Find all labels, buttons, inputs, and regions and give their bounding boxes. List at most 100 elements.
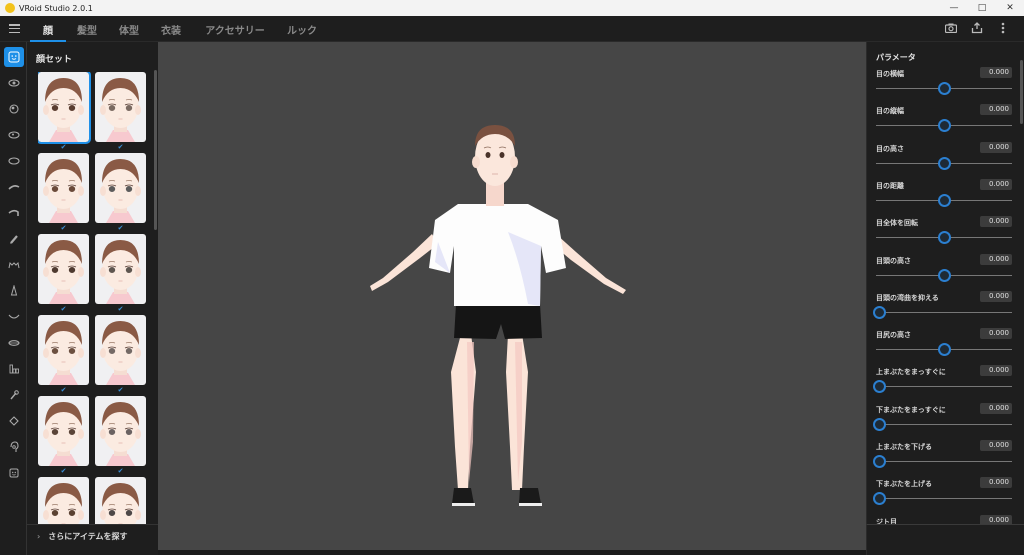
panel-scrollbar[interactable] (154, 70, 157, 230)
tab-label: アクセサリー (205, 25, 265, 37)
parameter-value-input[interactable]: 0.000 (980, 402, 1012, 414)
parameter-label: 上まぶたをまっすぐに (876, 368, 946, 377)
lips-icon[interactable] (4, 333, 24, 353)
eyeliner-icon[interactable] (4, 229, 24, 249)
face-thumbnail[interactable] (95, 396, 146, 466)
slider-knob[interactable] (938, 231, 951, 245)
parameter-value-input[interactable]: 0.000 (980, 514, 1012, 524)
parameter-value-input[interactable]: 0.000 (980, 67, 1012, 78)
app-logo-icon (5, 3, 15, 13)
parameter-value-input[interactable]: 0.000 (980, 141, 1012, 153)
slider-knob[interactable] (938, 268, 951, 282)
main-menubar: 顔 髪型 体型 衣装 アクセサリー ルック (0, 16, 1024, 42)
face-thumbnail[interactable] (95, 315, 146, 385)
3d-viewport[interactable] (158, 42, 866, 550)
face-thumbnail[interactable] (95, 477, 146, 524)
face-thumbnail[interactable] (95, 72, 146, 142)
face-thumbnail[interactable] (38, 396, 89, 466)
slider-knob[interactable] (873, 455, 886, 468)
face-thumbnail[interactable] (38, 315, 89, 385)
export-icon[interactable] (970, 21, 984, 35)
parameter-value-input[interactable]: 0.000 (980, 477, 1012, 489)
face-shape-icon[interactable] (4, 411, 24, 431)
check-icon: ✔ (117, 467, 124, 475)
tab-label: 体型 (119, 25, 139, 37)
check-icon: ✔ (117, 305, 124, 313)
check-icon: ✔ (117, 224, 124, 232)
slider-knob[interactable] (938, 193, 951, 207)
avatar-right-shoe (519, 488, 541, 504)
close-button[interactable]: ✕ (996, 0, 1024, 16)
face-set-icon[interactable] (4, 47, 24, 67)
eyebrow-icon[interactable] (4, 177, 24, 197)
face-thumbnail[interactable] (95, 153, 146, 223)
tab-hairstyle[interactable]: 髪型 (66, 16, 108, 42)
parameters-scrollbar[interactable] (1020, 60, 1023, 124)
slider-track[interactable] (876, 423, 1012, 425)
tab-body[interactable]: 体型 (108, 16, 150, 42)
check-icon: ✔ (60, 305, 67, 313)
mouth-icon[interactable] (4, 307, 24, 327)
face-category-rail (0, 42, 27, 555)
face-thumbnail[interactable] (38, 153, 89, 223)
more-vertical-icon[interactable] (996, 21, 1010, 35)
hamburger-icon[interactable] (9, 24, 20, 33)
check-icon: ✔ (117, 386, 124, 394)
parameter-value-input[interactable]: 0.000 (980, 104, 1012, 116)
eye-highlight-icon[interactable] (4, 125, 24, 145)
slider-knob[interactable] (938, 119, 951, 133)
ear-icon[interactable] (4, 437, 24, 457)
minimize-button[interactable]: — (940, 0, 968, 16)
parameter-label: 下まぶたをまっすぐに (876, 405, 946, 414)
parameter-value-input[interactable]: 0.000 (980, 178, 1012, 190)
slider-knob[interactable] (873, 380, 886, 394)
face-thumbnail[interactable] (38, 477, 89, 524)
slider-knob[interactable] (873, 492, 886, 506)
tab-outfit[interactable]: 衣装 (150, 16, 192, 42)
maximize-button[interactable]: □ (968, 0, 996, 16)
find-more-items-button[interactable]: › さらにアイテムを探す (27, 524, 158, 548)
slider-knob[interactable] (873, 417, 886, 431)
parameter-slider-row: 目の縦幅 0.000 (876, 104, 1012, 143)
avatar-left-shoe (452, 488, 474, 504)
avatar-left-eye (485, 152, 491, 158)
slider-knob[interactable] (938, 156, 951, 170)
window-titlebar: VRoid Studio 2.0.1 — □ ✕ (0, 0, 1024, 16)
parameter-value-input[interactable]: 0.000 (980, 253, 1012, 265)
teeth-icon[interactable] (4, 359, 24, 379)
slider-track[interactable] (876, 386, 1012, 388)
slider-knob[interactable] (938, 82, 951, 95)
parameters-panel: パラメータ 目の横幅 0.000 目の縦幅 0.000 目の高さ 0.000 目の距離 0.0… (866, 42, 1024, 524)
tab-label: 髪型 (77, 25, 97, 37)
parameter-slider-row: 目頭の湾曲を抑える 0.000 (873, 290, 1012, 330)
eye-white-icon[interactable] (4, 151, 24, 171)
slider-track[interactable] (876, 461, 1012, 462)
slider-track[interactable] (876, 311, 1012, 313)
slider-knob[interactable] (873, 305, 886, 319)
parameter-label: 目全体を回転 (876, 219, 918, 228)
parameter-value-input[interactable]: 0.000 (980, 365, 1012, 377)
eyelash-icon[interactable] (4, 203, 24, 223)
eye-icon[interactable] (4, 73, 24, 93)
makeup-brush-icon[interactable] (4, 385, 24, 405)
parameter-slider-row: 目の高さ 0.000 (876, 141, 1012, 181)
face-thumbnail[interactable] (95, 234, 146, 304)
slider-track[interactable] (876, 498, 1012, 500)
face-thumbnail[interactable] (38, 72, 91, 144)
eyeline-shape-icon[interactable] (4, 255, 24, 275)
nose-icon[interactable] (4, 281, 24, 301)
parameter-value-input[interactable]: 0.000 (980, 216, 1012, 228)
face-thumbnail-grid: ✔✔✔✔✔✔✔✔✔✔✔✔ (38, 72, 146, 524)
tab-face[interactable]: 顔 (30, 16, 66, 42)
parameter-label: 目尻の高さ (876, 331, 911, 340)
tab-accessories[interactable]: アクセサリー (192, 16, 278, 42)
parameter-value-input[interactable]: 0.000 (980, 440, 1012, 451)
face-thumbnail[interactable] (38, 234, 89, 304)
iris-icon[interactable] (4, 99, 24, 119)
face-preset-icon[interactable] (4, 463, 24, 483)
camera-icon[interactable] (944, 21, 958, 35)
parameter-value-input[interactable]: 0.000 (980, 328, 1012, 340)
tab-look[interactable]: ルック (278, 16, 326, 42)
parameter-value-input[interactable]: 0.000 (980, 290, 1012, 302)
slider-knob[interactable] (938, 343, 951, 357)
